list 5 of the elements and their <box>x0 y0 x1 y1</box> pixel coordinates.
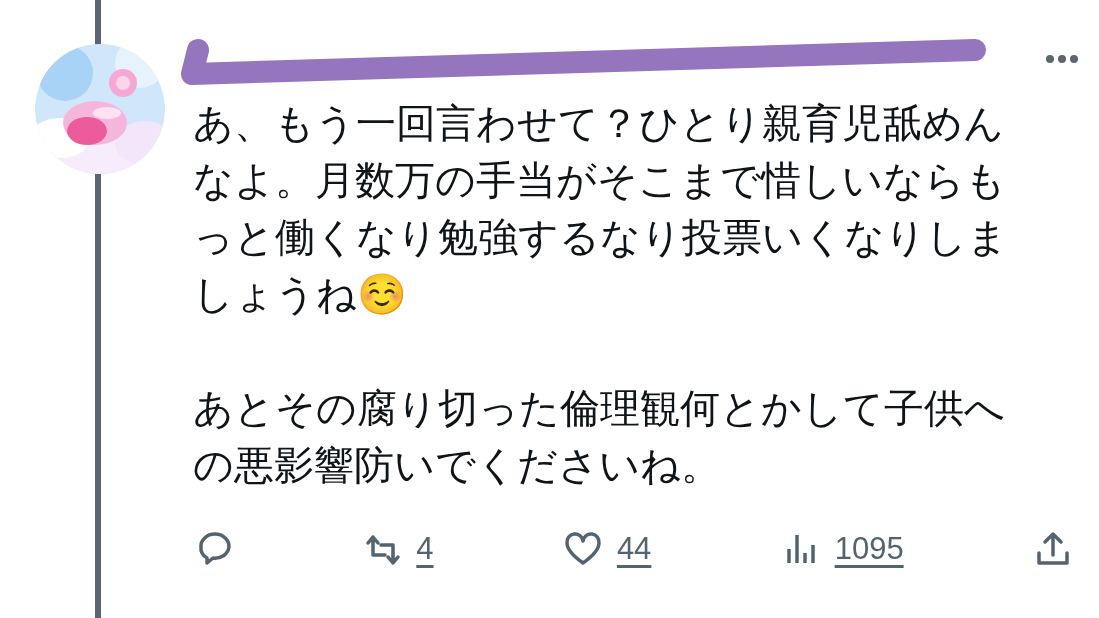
views-count[interactable]: 1095 <box>834 526 904 573</box>
like-count[interactable]: 44 <box>616 526 652 573</box>
post-text: あとその腐り切った倫理観何とかして子供への悪影響防いでくださいね。 <box>193 385 1006 489</box>
post-text: あ、もう一回言わせて？ひとり親育児舐めんなよ。月数万の手当がそこまで惜しいならもっと働くなり勉強するなり投票いくなりしましょうね☺ <box>193 100 1009 318</box>
repost-count[interactable]: 4 <box>416 526 434 573</box>
